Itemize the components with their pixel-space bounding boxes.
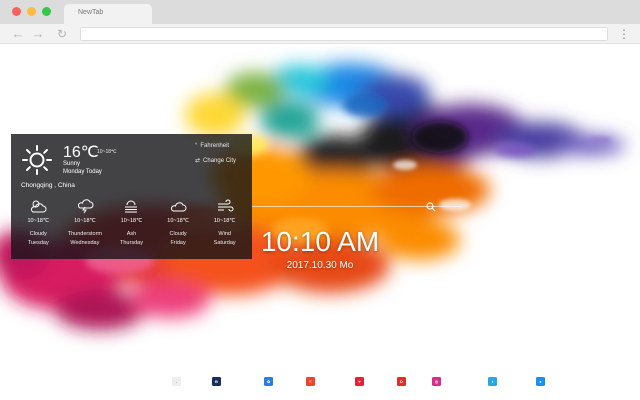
forecast-range: 10~18℃ <box>74 218 96 224</box>
shortcut-1[interactable]: . <box>172 377 181 386</box>
address-bar[interactable] <box>80 27 608 41</box>
forecast-range: 10~18℃ <box>213 218 236 224</box>
current-day: Monday Today <box>63 169 102 175</box>
shortcut-3[interactable]: ✿ <box>264 377 273 386</box>
forecast-condition: Cloudy <box>29 231 47 237</box>
reload-icon[interactable]: ↻ <box>54 26 70 42</box>
degree-icon: ° <box>195 143 198 149</box>
current-temperature-range: 10~18℃ <box>97 149 117 155</box>
change-city-button[interactable]: ⇄ Change City <box>195 157 236 164</box>
shortcut-8[interactable]: t <box>488 377 497 386</box>
new-tab-page: 16℃ 10~18℃ Sunny Monday Today Chongqing … <box>0 45 640 400</box>
forecast-day: 10~18℃ Ash Thursday <box>108 196 155 252</box>
forecast-range: 10~18℃ <box>167 218 189 224</box>
forecast-weekday: Wednesday <box>70 240 100 246</box>
cloud-icon <box>171 202 187 212</box>
close-window-button[interactable] <box>12 7 21 16</box>
search-icon[interactable] <box>426 202 436 212</box>
shortcut-9[interactable]: ● <box>536 377 545 386</box>
forecast-range: 10~18℃ <box>27 218 50 224</box>
forecast-weekday: Thursday <box>120 240 143 246</box>
current-condition: Sunny <box>63 161 81 167</box>
tab-title: NewTab <box>78 9 104 16</box>
browser-menu-icon[interactable]: ⋮ <box>618 26 630 42</box>
thunderstorm-icon <box>77 199 94 214</box>
swap-arrows-icon: ⇄ <box>195 158 201 164</box>
forward-arrow-icon[interactable]: → <box>30 26 46 42</box>
current-temperature: 16℃ <box>63 144 99 161</box>
wind-icon <box>217 199 234 212</box>
forecast-day: 10~18℃ Cloudy Tuesday <box>15 196 62 252</box>
forecast-weekday: Tuesday <box>27 240 49 246</box>
minimize-window-button[interactable] <box>27 7 36 16</box>
sunny-icon <box>22 145 52 175</box>
browser-tab[interactable]: NewTab <box>64 4 152 24</box>
shortcut-6[interactable]: D <box>397 377 406 386</box>
browser-toolbar: ← → ↻ ⋮ <box>0 24 640 44</box>
shortcut-2[interactable]: B <box>212 377 221 386</box>
partly-cloudy-icon <box>31 200 47 213</box>
clock-date: 2017.10.30 Mo <box>286 260 354 271</box>
ash-icon <box>125 200 138 213</box>
forecast-condition: Ash <box>126 231 137 237</box>
fahrenheit-toggle[interactable]: ° Fahrenheit <box>195 143 229 149</box>
location-label: Chongqing , China <box>21 182 75 189</box>
shortcut-4[interactable]: ≡ <box>306 377 315 386</box>
shortcut-7[interactable]: ◎ <box>432 377 441 386</box>
shortcut-5[interactable]: ♥ <box>355 377 364 386</box>
forecast-condition: Thunderstorm <box>67 231 103 237</box>
clock-time: 10:10 AM <box>260 226 380 257</box>
forecast-range: 10~18℃ <box>120 218 143 224</box>
change-city-label: Change City <box>203 158 237 164</box>
browser-titlebar: NewTab <box>0 0 640 24</box>
fahrenheit-label: Fahrenheit <box>200 143 230 149</box>
maximize-window-button[interactable] <box>42 7 51 16</box>
forecast-day: 10~18℃ Thunderstorm Wednesday <box>62 196 109 252</box>
back-arrow-icon[interactable]: ← <box>10 26 26 42</box>
